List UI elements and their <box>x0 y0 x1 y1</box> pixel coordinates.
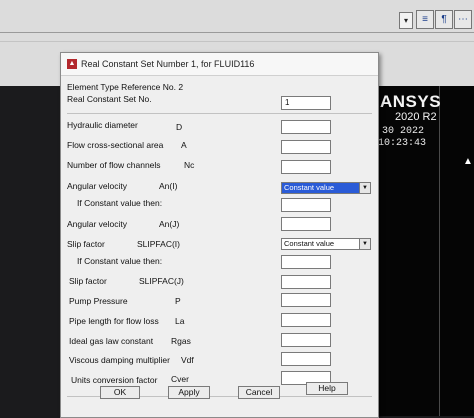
graphics-frame-line <box>439 86 440 416</box>
ansys-app-icon: ▲ <box>67 59 77 69</box>
hydraulic-diameter-field[interactable] <box>281 120 331 134</box>
toolbar-raise-hidden-icon[interactable]: ≡ <box>416 10 434 29</box>
pump-pressure-symbol: P <box>175 296 181 306</box>
ansys-logo: ANSYS <box>380 92 442 111</box>
viscous-damping-symbol: Vdf <box>181 355 194 365</box>
gas-constant-symbol: Rgas <box>171 336 191 346</box>
toolbar-dropdown-arrow-icon[interactable]: ▾ <box>399 12 413 29</box>
slip-factor-j-symbol: SLIPFAC(J) <box>139 276 184 286</box>
slip-factor-constant-field[interactable] <box>281 255 331 269</box>
slip-factor-j-field[interactable] <box>281 275 331 289</box>
angular-velocity-i-symbol: An(I) <box>159 181 178 191</box>
if-constant-label-2: If Constant value then: <box>77 256 163 266</box>
pump-pressure-label: Pump Pressure <box>69 296 128 306</box>
pipe-length-label: Pipe length for flow loss <box>69 316 159 326</box>
flow-channels-symbol: Nc <box>184 160 195 170</box>
units-conversion-symbol: Cver <box>171 374 189 384</box>
angular-velocity-constant-field[interactable] <box>281 198 331 212</box>
dialog-title: Real Constant Set Number 1, for FLUID116 <box>81 59 255 69</box>
angular-velocity-j-field[interactable] <box>281 217 331 231</box>
set-number-label: Real Constant Set No. <box>67 94 152 104</box>
toolbar-more-icon[interactable]: ⋯ <box>454 10 472 29</box>
flow-area-field[interactable] <box>281 140 331 154</box>
if-constant-label: If Constant value then: <box>77 198 163 208</box>
graphics-date: 30 2022 <box>382 126 425 137</box>
dialog-titlebar[interactable]: ▲ Real Constant Set Number 1, for FLUID1… <box>61 53 378 76</box>
angular-velocity-dropdown-value: Constant value <box>284 183 335 192</box>
angular-velocity-j-symbol: An(J) <box>159 219 180 229</box>
help-button[interactable]: Help <box>306 382 348 395</box>
apply-button[interactable]: Apply <box>168 386 210 399</box>
slip-factor-i-label: Slip factor <box>67 239 105 249</box>
hydraulic-diameter-symbol: D <box>176 122 183 132</box>
toolbar-divider <box>0 32 474 33</box>
pump-pressure-field[interactable] <box>281 293 331 307</box>
cancel-button[interactable]: Cancel <box>238 386 280 399</box>
angular-velocity-j-label: Angular velocity <box>67 219 128 229</box>
ansys-version: 2020 R2 <box>395 111 437 123</box>
gas-constant-label: Ideal gas law constant <box>69 336 154 346</box>
flow-area-label: Flow cross-sectional area <box>67 140 164 150</box>
units-conversion-label: Units conversion factor <box>71 375 158 385</box>
mouse-cursor-icon: ▲ <box>463 156 473 167</box>
angular-velocity-i-label: Angular velocity <box>67 181 128 191</box>
toolbar-divider-lower <box>0 41 474 42</box>
element-type-reference: Element Type Reference No. 2 <box>67 82 184 92</box>
viscous-damping-label: Viscous damping multiplier <box>69 355 170 365</box>
ok-button[interactable]: OK <box>100 386 140 399</box>
dialog-divider <box>67 113 372 114</box>
chevron-down-icon[interactable]: ▼ <box>359 183 370 193</box>
slip-factor-i-symbol: SLIPFAC(I) <box>137 239 180 249</box>
flow-area-symbol: A <box>181 140 187 150</box>
slip-factor-dropdown[interactable]: Constant value ▼ <box>281 238 371 250</box>
gas-constant-field[interactable] <box>281 333 331 347</box>
flow-channels-label: Number of flow channels <box>67 160 161 170</box>
chevron-down-icon[interactable]: ▼ <box>359 239 370 249</box>
slip-factor-dropdown-value: Constant value <box>284 239 335 248</box>
set-number-field[interactable]: 1 <box>281 96 331 110</box>
toolbar-command-icon[interactable]: ¶ <box>435 10 453 29</box>
angular-velocity-dropdown[interactable]: Constant value ▼ <box>281 182 371 194</box>
pipe-length-field[interactable] <box>281 313 331 327</box>
hydraulic-diameter-label: Hydraulic diameter <box>67 120 138 130</box>
pipe-length-symbol: La <box>175 316 185 326</box>
graphics-time: 10:23:43 <box>378 138 427 149</box>
real-constant-dialog: ▲ Real Constant Set Number 1, for FLUID1… <box>60 52 379 418</box>
flow-channels-field[interactable] <box>281 160 331 174</box>
viscous-damping-field[interactable] <box>281 352 331 366</box>
slip-factor-j-label: Slip factor <box>69 276 107 286</box>
